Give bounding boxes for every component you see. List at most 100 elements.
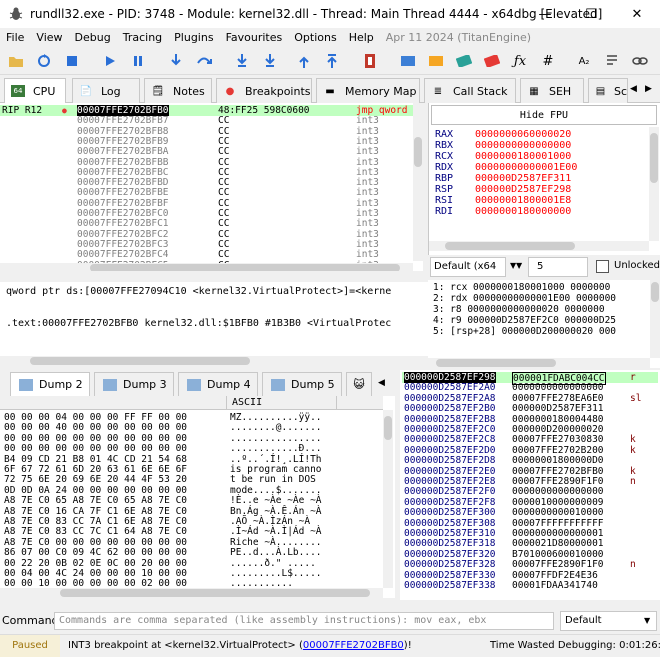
stack-row[interactable]: 000000D2587EF2F0 0000000000000000 <box>402 486 658 497</box>
register-value[interactable]: 00000001800001E8 <box>475 195 571 206</box>
register-row[interactable]: RSI 00000001800001E8 <box>435 195 571 206</box>
stack-row[interactable]: 000000D2587EF2B8 0000000180004480 <box>402 414 658 425</box>
hex-dump-view[interactable]: ASCII 00 00 00 04 00 00 00 FF FF 00 00 MZ… <box>0 396 395 598</box>
disassembly-vscroll[interactable] <box>413 103 423 261</box>
register-row[interactable]: RDI 0000000180000000 <box>435 206 571 217</box>
patch-icon[interactable] <box>399 52 417 70</box>
command-mode-chevron-down-icon[interactable]: ▼ <box>644 616 650 625</box>
step-into-icon[interactable] <box>167 52 185 70</box>
argument-count-select[interactable]: 5 <box>528 257 588 277</box>
trace-into-icon[interactable] <box>233 52 251 70</box>
registers-hscroll[interactable] <box>429 241 649 251</box>
stack-row[interactable]: 000000D2587EF300 0000000000010000 <box>402 507 658 518</box>
menu-debug[interactable]: Debug <box>69 31 117 44</box>
step-over-icon[interactable] <box>195 52 213 70</box>
stack-row[interactable]: 000000D2587EF2D8 00000001800000D0 <box>402 455 658 466</box>
info-hscroll-thumb[interactable] <box>30 357 250 365</box>
unlocked-checkbox[interactable] <box>596 260 609 273</box>
tab-scroll-left-icon[interactable]: ◀ <box>630 84 637 94</box>
bookmark-icon[interactable] <box>483 52 501 70</box>
stack-arguments-vscroll-thumb[interactable] <box>651 282 659 302</box>
menu-tracing[interactable]: Tracing <box>117 31 168 44</box>
stack-row[interactable]: 000000D2587EF2C0 000000D200000020 <box>402 424 658 435</box>
stack-argument-row[interactable]: 5: [rsp+28] 000000D200000020 000 <box>433 326 616 337</box>
register-row[interactable]: RAX 0000000060000020 <box>435 129 571 140</box>
stack-row[interactable]: 000000D2587EF2C8 00007FFE27030830 k <box>402 434 658 445</box>
stack-arguments-view[interactable]: 1: rcx 0000000180001000 0000000 2: rdx 00… <box>428 280 660 368</box>
stack-row[interactable]: 000000D2587EF2D0 00007FFE2702B200 k <box>402 445 658 456</box>
execute-till-return-icon[interactable] <box>295 52 313 70</box>
disassembly-hscroll-thumb[interactable] <box>90 264 400 271</box>
stack-row[interactable]: 000000D2587EF330 00007FFDF2E4E36 <box>402 570 658 581</box>
stack-row[interactable]: 000000D2587EF318 0000021D80000001 <box>402 538 658 549</box>
register-value[interactable]: 0000000180001000 <box>475 151 571 162</box>
menu-file[interactable]: File <box>0 31 30 44</box>
dump-vscroll[interactable] <box>383 410 393 588</box>
registers-vscroll[interactable] <box>649 127 659 241</box>
stack-row[interactable]: 000000D2587EF2A8 00007FFE278EA6E0 sl <box>402 393 658 404</box>
register-row[interactable]: RCX 0000000180001000 <box>435 151 571 162</box>
stack-row[interactable]: 000000D2587EF310 0000000000000001 <box>402 528 658 539</box>
stack-arguments-vscroll[interactable] <box>650 280 660 358</box>
register-row[interactable]: RBP 000000D2587EF311 <box>435 173 571 184</box>
tab-breakpoints[interactable]: ● Breakpoints <box>216 78 312 103</box>
disassembly-hscroll[interactable] <box>0 263 413 271</box>
font-icon[interactable]: A₂ <box>575 52 593 70</box>
tab-watch[interactable]: 😺 <box>346 372 372 396</box>
register-value[interactable]: 0000000180000000 <box>475 206 571 217</box>
command-input[interactable]: Commands are comma separated (like assem… <box>54 612 554 630</box>
register-row[interactable]: RSP 000000D2587EF298 <box>435 184 571 195</box>
tab-dump-3[interactable]: Dump 3 <box>94 372 174 396</box>
stack-row[interactable]: 000000D2587EF2E8 00007FFE2890F1F0 n <box>402 476 658 487</box>
disassembly-view[interactable]: RIP R12 ● 00007FFE2702BFB0 48:FF25 598C0600… <box>0 103 423 271</box>
tab-memory-map[interactable]: ▬ Memory Map <box>316 78 420 103</box>
stack-arguments-hscroll[interactable] <box>428 358 650 368</box>
hide-fpu-button[interactable]: Hide FPU <box>431 105 657 125</box>
register-value[interactable]: 00000000000001E00 <box>475 162 577 173</box>
register-value[interactable]: 000000D2587EF298 <box>475 184 571 195</box>
close-button[interactable]: ✕ <box>614 0 660 28</box>
tab-dump-2[interactable]: Dump 2 <box>10 372 90 396</box>
maximize-button[interactable]: ☐ <box>568 0 614 28</box>
tab-cpu[interactable]: 64 CPU <box>4 78 66 103</box>
stack-row[interactable]: 000000D2587EF2F8 0000010000000009 <box>402 497 658 508</box>
registers-view[interactable]: Hide FPU RAX 0000000060000020 RBX 000000000… <box>428 103 660 255</box>
stack-row[interactable]: 000000D2587EF298 000001FDABC004CC r <box>402 372 658 385</box>
stack-row[interactable]: 000000D2587EF320 B701000600010000 <box>402 549 658 560</box>
stack-row[interactable]: 000000D2587EF338 00001FDAA341740 <box>402 580 658 591</box>
tab-scripts[interactable]: ▤ Sc <box>588 78 628 103</box>
tab-log[interactable]: 📄 Log <box>72 78 140 103</box>
minimize-button[interactable]: — <box>522 0 568 28</box>
menu-view[interactable]: View <box>30 31 68 44</box>
stack-row[interactable]: 000000D2587EF308 00007FFFFFFFFFFF <box>402 518 658 529</box>
run-to-user-code-icon[interactable] <box>323 52 341 70</box>
dump-hscroll[interactable] <box>0 588 383 598</box>
script-icon[interactable] <box>603 52 621 70</box>
register-row[interactable]: RDX 00000000000001E00 <box>435 162 577 173</box>
registers-hscroll-thumb[interactable] <box>445 242 575 250</box>
link-icon[interactable] <box>631 52 649 70</box>
tab-dump-4[interactable]: Dump 4 <box>178 372 258 396</box>
menu-options[interactable]: Options <box>288 31 342 44</box>
register-row[interactable]: RBX 0000000000000000 <box>435 140 571 151</box>
tab-seh[interactable]: ▦ SEH <box>520 78 584 103</box>
register-value[interactable]: 0000000000000000 <box>475 140 571 151</box>
function-icon[interactable]: ƒx <box>511 52 529 70</box>
stack-arguments-hscroll-thumb[interactable] <box>436 359 556 367</box>
menu-help[interactable]: Help <box>343 31 380 44</box>
stack-row[interactable]: 000000D2587EF2A0 0000000000000000 <box>402 382 658 393</box>
info-hscroll[interactable] <box>0 356 428 366</box>
registers-vscroll-thumb[interactable] <box>650 133 658 183</box>
tab-notes[interactable]: 🗒 Notes <box>144 78 212 103</box>
open-folder-icon[interactable] <box>7 52 25 70</box>
tab-dump-5[interactable]: Dump 5 <box>262 372 342 396</box>
tab-call-stack[interactable]: ≣ Call Stack <box>424 78 516 103</box>
argument-count-chevron-down-icon[interactable]: ▼ <box>516 261 522 270</box>
register-value[interactable]: 0000000060000020 <box>475 129 571 140</box>
stack-row[interactable]: 000000D2587EF2E0 00007FFE2702BFB0 k <box>402 466 658 477</box>
command-mode-select[interactable]: Default <box>560 611 657 631</box>
scylla-icon[interactable] <box>361 52 379 70</box>
tab-scroll-right-icon[interactable]: ▶ <box>645 84 652 94</box>
stack-argument-row[interactable]: 2: rdx 00000000000001E00 0000000 <box>433 293 616 304</box>
disassembly-vscroll-thumb[interactable] <box>414 137 422 167</box>
